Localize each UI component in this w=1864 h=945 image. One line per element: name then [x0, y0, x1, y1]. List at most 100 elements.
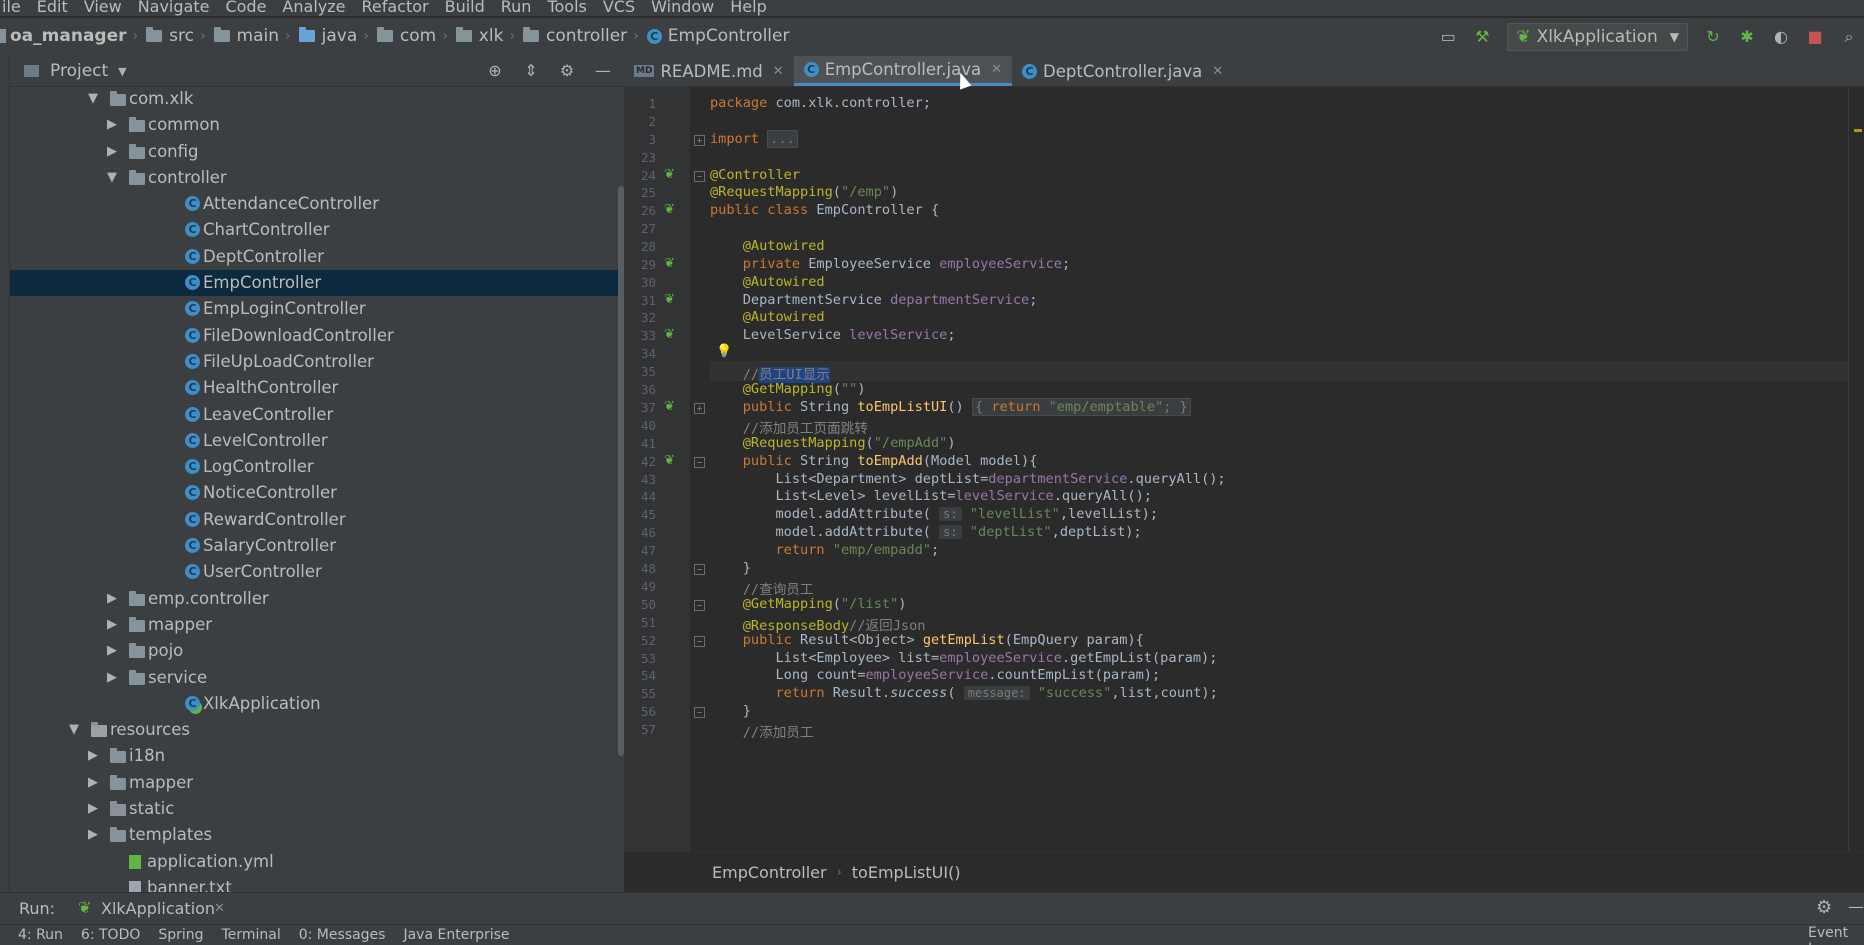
gear-icon[interactable]: ⚙: [556, 60, 578, 82]
menu-item-build[interactable]: Build: [445, 0, 485, 15]
editor-tab[interactable]: MD README.md ✕: [624, 56, 794, 86]
tool-window-tab[interactable]: Event Log: [1808, 925, 1864, 945]
tree-node[interactable]: C XlkApplication: [10, 691, 624, 717]
tree-node[interactable]: ▶ service: [10, 665, 624, 691]
tree-node[interactable]: ▶ pojo: [10, 638, 624, 664]
chevron-down-icon[interactable]: ▼: [118, 65, 126, 78]
locate-target-icon[interactable]: ⊕: [484, 60, 506, 82]
collapse-fold-icon[interactable]: −: [694, 564, 705, 575]
breadcrumb-item[interactable]: src ›: [138, 26, 206, 46]
collapse-fold-icon[interactable]: −: [694, 600, 705, 611]
chevron-right-icon[interactable]: ▶: [88, 770, 100, 796]
search-icon[interactable]: ⌕: [1838, 26, 1860, 48]
collapse-fold-icon[interactable]: −: [694, 636, 705, 647]
chevron-down-icon[interactable]: ▼: [107, 165, 119, 191]
tree-node[interactable]: ▼ controller: [10, 165, 624, 191]
spring-bean-icon[interactable]: ❦: [664, 202, 675, 217]
menu-item-vcs[interactable]: VCS: [603, 0, 635, 15]
tree-node[interactable]: C AttendanceController: [10, 191, 624, 217]
warning-marker-icon[interactable]: [1854, 129, 1862, 132]
tree-node[interactable]: ▶ mapper: [10, 612, 624, 638]
breadcrumb-item[interactable]: com ›: [369, 26, 448, 46]
spring-bean-icon[interactable]: ❦: [664, 399, 675, 414]
chevron-right-icon[interactable]: ▶: [107, 139, 119, 165]
chevron-right-icon[interactable]: ▶: [88, 743, 100, 769]
tree-node[interactable]: C FileDownloadController: [10, 323, 624, 349]
chevron-right-icon[interactable]: ▶: [88, 796, 100, 822]
chevron-right-icon[interactable]: ▶: [107, 638, 119, 664]
stop-icon[interactable]: ■: [1804, 26, 1826, 48]
tool-window-tab[interactable]: 0: Messages: [299, 927, 386, 943]
tree-node[interactable]: application.yml: [10, 849, 624, 875]
tool-window-tab[interactable]: 4: Run: [18, 927, 63, 943]
spring-bean-icon[interactable]: ❦: [664, 167, 675, 182]
spring-bean-icon[interactable]: ❦: [664, 256, 675, 271]
close-icon[interactable]: ✕: [991, 62, 1002, 77]
breadcrumb-item[interactable]: oa_manager ›: [0, 26, 138, 46]
project-panel-title[interactable]: Project: [50, 61, 108, 81]
collapse-all-icon[interactable]: ⇕: [520, 60, 542, 82]
project-structure-icon[interactable]: ▭: [1437, 26, 1459, 48]
breadcrumb-item[interactable]: controller ›: [515, 26, 639, 46]
error-stripe[interactable]: [1848, 87, 1864, 851]
tool-window-tab[interactable]: 6: TODO: [81, 927, 140, 943]
tree-node[interactable]: ▶ common: [10, 112, 624, 138]
chevron-down-icon[interactable]: ▼: [69, 717, 81, 743]
tree-node[interactable]: ▼ com.xlk: [10, 86, 624, 112]
tree-node[interactable]: C ChartController: [10, 217, 624, 243]
collapse-fold-icon[interactable]: −: [694, 171, 705, 182]
lightbulb-icon[interactable]: 💡: [716, 344, 732, 359]
editor-breadcrumb-class[interactable]: EmpController: [712, 863, 827, 882]
minimize-icon[interactable]: —: [592, 60, 614, 82]
run-configuration-selector[interactable]: ❦ XlkApplication ▼: [1507, 23, 1688, 51]
chevron-right-icon[interactable]: ▶: [107, 586, 119, 612]
tree-node[interactable]: C UserController: [10, 559, 624, 585]
editor-tab[interactable]: C DeptController.java ✕: [1012, 56, 1233, 86]
tree-node[interactable]: C HealthController: [10, 375, 624, 401]
menu-item-code[interactable]: Code: [225, 0, 266, 15]
close-icon[interactable]: ✕: [1212, 64, 1223, 79]
tree-node[interactable]: ▶ i18n: [10, 743, 624, 769]
tree-node[interactable]: C DeptController: [10, 244, 624, 270]
chevron-right-icon[interactable]: ▶: [107, 665, 119, 691]
spring-bean-icon[interactable]: ❦: [664, 453, 675, 468]
close-icon[interactable]: ✕: [214, 901, 225, 916]
build-hammer-icon[interactable]: ⚒: [1471, 26, 1493, 48]
tree-node[interactable]: C LeaveController: [10, 402, 624, 428]
tree-node[interactable]: ▶ mapper: [10, 770, 624, 796]
menu-item-help[interactable]: Help: [730, 0, 766, 15]
tree-node[interactable]: ▶ emp.controller: [10, 586, 624, 612]
tree-node[interactable]: ▼ resources: [10, 717, 624, 743]
menu-item-analyze[interactable]: Analyze: [282, 0, 345, 15]
menu-item-ile[interactable]: ile: [2, 0, 21, 15]
debug-icon[interactable]: ✱: [1736, 26, 1758, 48]
expand-fold-icon[interactable]: +: [694, 135, 705, 146]
chevron-right-icon[interactable]: ▶: [88, 822, 100, 848]
breadcrumb-item[interactable]: java ›: [291, 26, 369, 46]
tree-node[interactable]: C SalaryController: [10, 533, 624, 559]
tool-window-tab[interactable]: Terminal: [222, 927, 281, 943]
menu-item-window[interactable]: Window: [651, 0, 714, 15]
tree-node[interactable]: C EmpLoginController: [10, 296, 624, 322]
tree-node[interactable]: C EmpController: [10, 270, 624, 297]
close-icon[interactable]: ✕: [773, 64, 784, 79]
expand-fold-icon[interactable]: +: [694, 403, 705, 414]
run-tab-label[interactable]: XlkApplication: [101, 899, 215, 918]
rerun-icon[interactable]: ↻: [1702, 26, 1724, 48]
menu-item-view[interactable]: View: [84, 0, 122, 15]
chevron-down-icon[interactable]: ▼: [88, 86, 100, 112]
breadcrumb-item[interactable]: main ›: [206, 26, 291, 46]
breadcrumb-item[interactable]: xlk ›: [448, 26, 515, 46]
coverage-icon[interactable]: ◐: [1770, 26, 1792, 48]
menu-item-edit[interactable]: Edit: [37, 0, 68, 15]
tree-node[interactable]: C LogController: [10, 454, 624, 480]
tree-node[interactable]: C LevelController: [10, 428, 624, 454]
minimize-icon[interactable]: —: [1848, 897, 1864, 916]
breadcrumb-item[interactable]: C EmpController: [639, 26, 789, 46]
collapse-fold-icon[interactable]: −: [694, 457, 705, 468]
tree-node[interactable]: banner.txt: [10, 875, 624, 892]
tree-node[interactable]: C FileUpLoadController: [10, 349, 624, 375]
tool-window-tab[interactable]: Java Enterprise: [403, 927, 509, 943]
tree-node[interactable]: ▶ config: [10, 139, 624, 165]
tree-node[interactable]: ▶ templates: [10, 822, 624, 848]
